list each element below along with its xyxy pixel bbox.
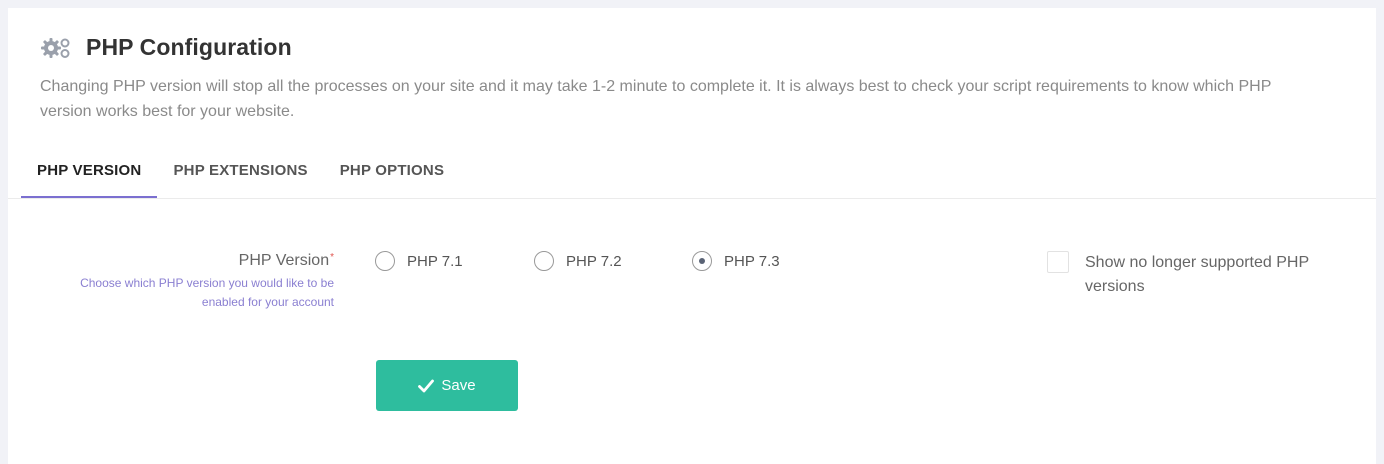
radio-php-7-1[interactable]: PHP 7.1: [375, 251, 463, 271]
radio-circle[interactable]: [375, 251, 395, 271]
tab-php-extensions[interactable]: PHP EXTENSIONS: [157, 156, 323, 192]
radio-label-php-7-3: PHP 7.3: [724, 252, 780, 270]
php-version-help: Choose which PHP version you would like …: [80, 276, 334, 309]
tab-bar: PHP VERSION PHP EXTENSIONS PHP OPTIONS: [21, 156, 460, 198]
check-icon: [418, 379, 435, 392]
tab-divider: [8, 198, 1376, 199]
page-title: PHP Configuration: [86, 34, 292, 60]
radio-php-7-3[interactable]: PHP 7.3: [692, 251, 780, 271]
radio-label-php-7-2: PHP 7.2: [566, 252, 622, 270]
tab-php-options[interactable]: PHP OPTIONS: [324, 156, 460, 192]
tab-php-version[interactable]: PHP VERSION: [21, 156, 158, 198]
php-configuration-panel: PHP Configuration Changing PHP version w…: [8, 8, 1376, 464]
show-unsupported-checkbox[interactable]: [1047, 251, 1069, 273]
radio-circle-selected[interactable]: [692, 251, 712, 271]
show-unsupported-label: Show no longer supported PHP versions: [1085, 254, 1309, 295]
required-mark: *: [330, 252, 334, 263]
save-button[interactable]: Save: [376, 360, 518, 411]
panel-header: PHP Configuration: [40, 34, 292, 61]
radio-circle[interactable]: [534, 251, 554, 271]
save-button-label: Save: [441, 377, 476, 394]
php-version-field-label: PHP Version* Choose which PHP version yo…: [44, 252, 334, 312]
gears-icon: [41, 37, 70, 58]
php-version-label: PHP Version: [238, 252, 330, 269]
radio-label-php-7-1: PHP 7.1: [407, 252, 463, 270]
show-unsupported-checkbox-row[interactable]: Show no longer supported PHP versions: [1047, 251, 1335, 299]
page-description: Changing PHP version will stop all the p…: [40, 78, 1272, 120]
radio-php-7-2[interactable]: PHP 7.2: [534, 251, 622, 271]
radio-selected-dot: [699, 258, 705, 264]
